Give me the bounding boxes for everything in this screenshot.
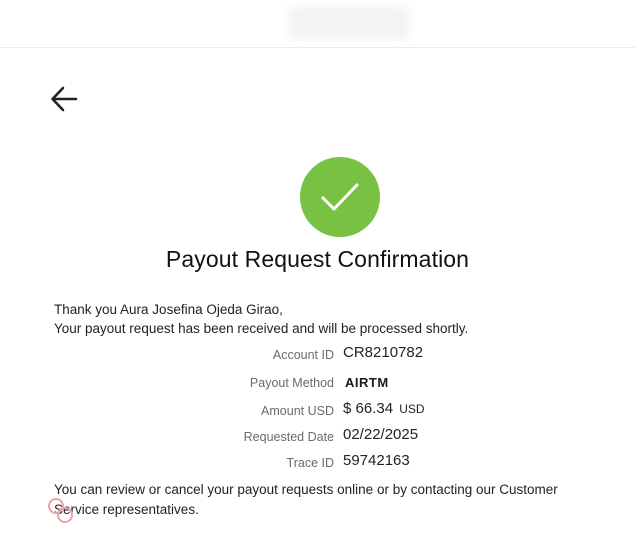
account-id-row: Account ID CR8210782 [0,344,635,368]
confirmation-message: Your payout request has been received an… [54,321,469,336]
back-button[interactable] [46,82,82,116]
amount-label: Amount USD [261,404,334,418]
check-circle-icon [300,157,380,237]
page-title: Payout Request Confirmation [165,246,470,272]
blurred-header-region [288,6,410,40]
amount-row: Amount USD $ 66.34 USD [0,400,635,424]
airtm-logo: AIRTM [345,375,389,390]
payout-method-row: Payout Method AIRTM [0,372,635,396]
check-mark [321,183,359,211]
trace-id-row: Trace ID 59742163 [0,452,635,476]
requested-date-row: Requested Date 02/22/2025 [0,426,635,450]
payout-method-label: Payout Method [249,376,334,390]
trace-id-value: 59742163 [343,452,410,469]
arrow-left-icon [51,86,78,112]
footer-text: You can review or cancel your payout req… [54,482,558,517]
account-id-value: CR8210782 [343,344,424,361]
top-bar [0,0,635,48]
account-id-label: Account ID [272,348,334,362]
amount-value-group: $ 66.34 USD [343,400,425,417]
amount-value: $ 66.34 [343,400,394,417]
requested-date-value: 02/22/2025 [343,426,419,443]
requested-date-label: Requested Date [243,430,334,444]
amount-currency: USD [399,402,425,416]
greeting-text: Thank you Aura Josefina Ojeda Girao, [54,302,283,317]
trace-id-label: Trace ID [286,456,334,470]
